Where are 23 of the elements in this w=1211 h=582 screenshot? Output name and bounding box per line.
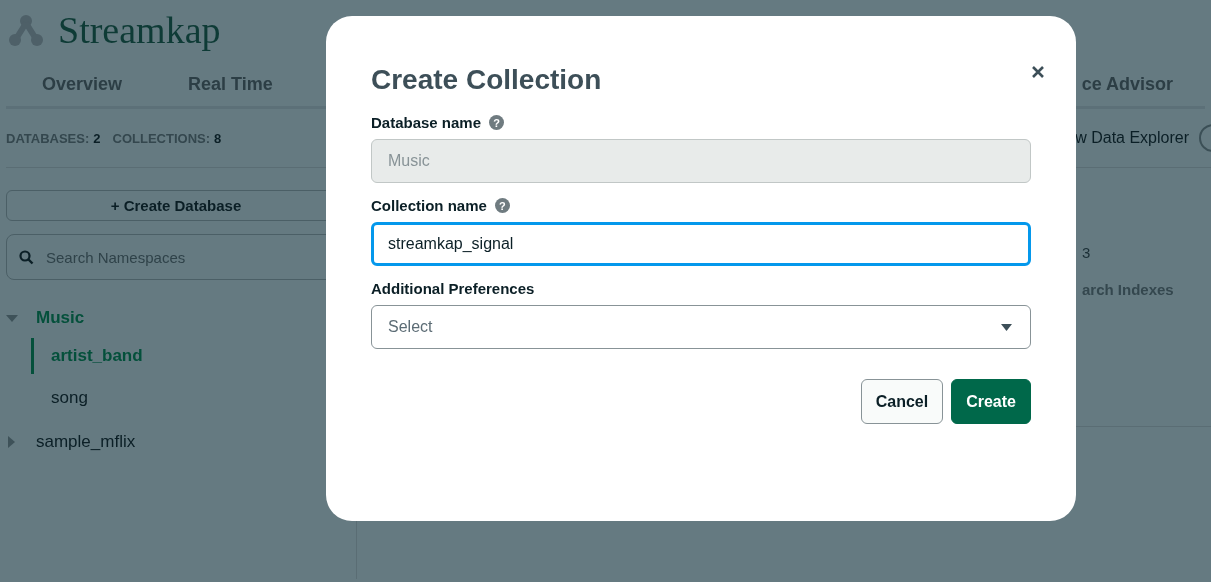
stat-value: 2 [93,130,101,146]
help-icon[interactable]: ? [494,198,510,213]
field-label: Additional Preferences [371,280,535,297]
cancel-button[interactable]: Cancel [860,379,944,424]
create-button[interactable]: Create [951,379,1031,424]
stat-value: 8 [214,130,222,146]
logo-text: Streamkap [58,8,221,52]
caret-down-icon [1001,323,1012,331]
field-label: Collection name [371,197,487,214]
database-item[interactable]: Music [36,308,85,328]
field-label: Database name [371,114,482,131]
tab[interactable]: ce Advisor [1081,73,1173,95]
select-dropdown[interactable]: Select [371,305,1031,349]
tab[interactable]: Overview [42,73,188,95]
search-icon [19,249,34,265]
dialog-title: Create Collection [371,64,603,96]
caret-down-icon[interactable] [6,312,18,324]
input-field[interactable]: streamkap_signal [371,222,1031,266]
data-explorer-link[interactable]: w Data Explorer [1075,129,1189,147]
logo-icon [8,13,44,47]
database-item[interactable]: sample_mflix [36,432,136,452]
close-icon[interactable] [1032,66,1044,78]
count-text: 3 [1082,244,1091,261]
